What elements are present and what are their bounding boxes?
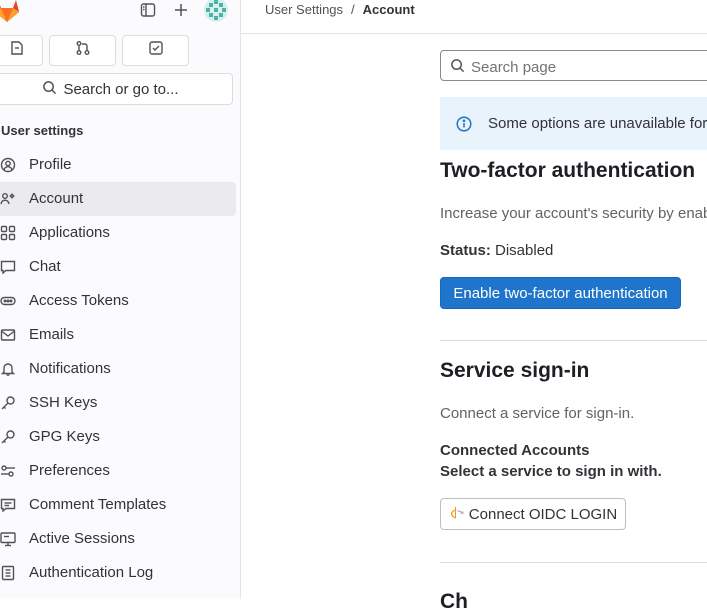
sidebar-section-title: User settings (1, 123, 84, 138)
search-icon (450, 58, 465, 73)
breadcrumb-current[interactable]: Account (363, 2, 415, 17)
plus-icon[interactable] (173, 2, 191, 20)
sidebar: Search or go to... User settings Profile… (0, 0, 241, 599)
breadcrumb-parent-link[interactable]: User Settings (265, 2, 343, 17)
enable-two-factor-button[interactable]: Enable two-factor authentication (440, 277, 681, 309)
sidebar-item-gpg-keys[interactable]: GPG Keys (0, 420, 240, 454)
sidebar-item-label: Applications (29, 224, 110, 241)
sidebar-item-label: Comment Templates (29, 496, 167, 513)
sidebar-item-notifications[interactable]: Notifications (0, 352, 240, 386)
sidebar-item-label: Account (29, 190, 84, 207)
status-label: Status: (440, 242, 491, 259)
token-icon (0, 293, 16, 309)
sidebar-item-comment-templates[interactable]: Comment Templates (0, 488, 240, 522)
bell-icon (0, 361, 16, 377)
sidebar-item-label: GPG Keys (29, 428, 100, 445)
sidebar-item-access-tokens[interactable]: Access Tokens (0, 284, 240, 318)
chat-icon (0, 259, 16, 275)
sidebar-item-emails[interactable]: Emails (0, 318, 240, 352)
sidebar-item-label: Profile (29, 156, 72, 173)
account-icon (0, 191, 16, 207)
global-search-button[interactable]: Search or go to... (0, 73, 233, 105)
section-divider (440, 562, 707, 563)
sidebar-item-label: Emails (29, 326, 75, 343)
key-icon (0, 395, 16, 411)
page-search-input[interactable] (469, 54, 707, 80)
breadcrumb-separator: / (351, 2, 355, 17)
issues-button[interactable] (0, 35, 43, 66)
key-icon (0, 429, 16, 445)
sidebar-item-label: Access Tokens (29, 292, 129, 309)
applications-icon (0, 225, 16, 241)
two-factor-title: Two-factor authentication (440, 159, 696, 182)
sidebar-item-label: SSH Keys (29, 394, 98, 411)
global-search-label: Search or go to... (63, 80, 179, 98)
breadcrumb: User Settings / Account (265, 2, 415, 17)
service-signin-title: Service sign-in (440, 359, 590, 382)
sidebar-item-label: Preferences (29, 462, 110, 479)
todo-button[interactable] (122, 35, 189, 66)
mail-icon (0, 327, 16, 343)
comment-icon (0, 497, 16, 513)
monitor-icon (0, 531, 16, 547)
sidebar-item-profile[interactable]: Profile (0, 148, 240, 182)
sidebar-nav: Profile Account Applications Chat Access… (0, 148, 240, 590)
sidebar-item-authentication-log[interactable]: Authentication Log (0, 556, 240, 590)
page-search-field[interactable] (440, 50, 707, 81)
service-signin-description: Connect a service for sign-in. (440, 405, 635, 422)
gitlab-logo-icon[interactable] (0, 0, 22, 24)
search-icon (42, 80, 57, 99)
sidebar-item-label: Authentication Log (29, 564, 154, 581)
two-factor-status: Status: Disabled (440, 242, 553, 259)
header-divider (241, 33, 707, 34)
section-divider (440, 340, 707, 341)
sidebar-quick-actions (0, 35, 189, 66)
preferences-icon (0, 463, 16, 479)
avatar[interactable] (204, 0, 228, 22)
sidebar-item-label: Chat (29, 258, 61, 275)
merge-request-icon (75, 40, 91, 61)
info-icon (456, 116, 472, 132)
log-icon (0, 565, 16, 581)
sidebar-item-active-sessions[interactable]: Active Sessions (0, 522, 240, 556)
sidebar-item-ssh-keys[interactable]: SSH Keys (0, 386, 240, 420)
merge-requests-button[interactable] (49, 35, 116, 66)
connect-oidc-button[interactable]: Connect OIDC LOGIN (440, 498, 626, 530)
sidebar-item-label: Notifications (29, 360, 111, 377)
sidebar-item-applications[interactable]: Applications (0, 216, 240, 250)
two-factor-description: Increase your account's security by enab… (440, 205, 707, 222)
alert-text: Some options are unavailable for (488, 115, 707, 132)
todo-icon (148, 40, 164, 61)
info-alert: Some options are unavailable for (440, 97, 707, 150)
profile-icon (0, 157, 16, 173)
sidebar-item-label: Active Sessions (29, 530, 135, 547)
connect-oidc-label: Connect OIDC LOGIN (468, 505, 618, 523)
connected-accounts-heading: Connected Accounts (440, 442, 590, 459)
sidebar-item-chat[interactable]: Chat (0, 250, 240, 284)
select-service-heading: Select a service to sign in with. (440, 463, 662, 480)
sidebar-toggle-icon[interactable] (140, 2, 158, 20)
status-value: Disabled (495, 242, 554, 259)
sidebar-item-preferences[interactable]: Preferences (0, 454, 240, 488)
openid-icon (449, 504, 465, 524)
issues-icon (9, 40, 25, 61)
next-section-title: Ch (440, 590, 468, 613)
sidebar-item-account[interactable]: Account (0, 182, 236, 216)
